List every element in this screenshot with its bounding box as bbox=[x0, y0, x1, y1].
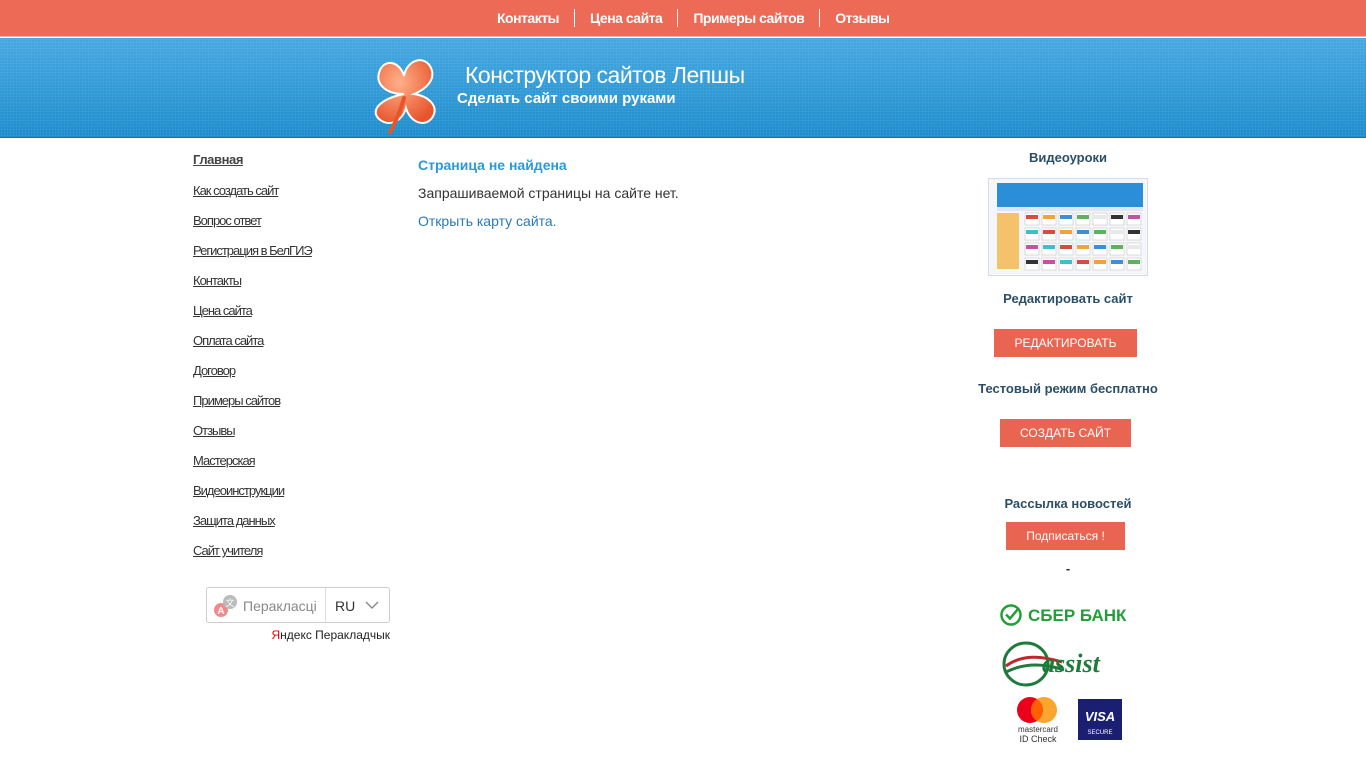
thumbnail-tile-band bbox=[1094, 215, 1106, 219]
thumbnail-tile-band bbox=[1060, 245, 1072, 249]
thumbnail-tile-band bbox=[1111, 230, 1123, 234]
video-lessons-thumbnail[interactable] bbox=[988, 178, 1148, 276]
top-nav-price[interactable]: Цена сайта bbox=[575, 9, 679, 27]
visa-secure-logo-icon[interactable]: VISA SECURE bbox=[1078, 699, 1122, 740]
menu-item-contacts[interactable]: Контакты bbox=[193, 273, 312, 303]
top-navigation: Контакты Цена сайта Примеры сайтов Отзыв… bbox=[0, 0, 1366, 37]
thumbnail-tile-band bbox=[1111, 245, 1123, 249]
not-found-message: Запрашиваемой страницы на сайте нет. bbox=[418, 185, 679, 201]
translator-widget: A 文 Перакласці RU bbox=[206, 587, 390, 623]
menu-item-how-to-create[interactable]: Как создать сайт bbox=[193, 183, 312, 213]
thumbnail-tile-band bbox=[1026, 245, 1038, 249]
translate-label: Перакласці bbox=[243, 598, 317, 614]
thumbnail-tile-band bbox=[1094, 245, 1106, 249]
page-title: Страница не найдена bbox=[418, 157, 567, 173]
edit-button[interactable]: РЕДАКТИРОВАТЬ bbox=[994, 329, 1137, 357]
site-header: Конструктор сайтов Лепшы Сделать сайт св… bbox=[0, 38, 1366, 138]
thumbnail-tile-band bbox=[1043, 260, 1055, 264]
thumbnail-tile-band bbox=[1111, 215, 1123, 219]
menu-item-faq[interactable]: Вопрос ответ bbox=[193, 213, 312, 243]
test-mode-title: Тестовый режим бесплатно bbox=[978, 381, 1158, 396]
thumbnail-tile-band bbox=[1026, 260, 1038, 264]
menu-item-payment[interactable]: Оплата сайта bbox=[193, 333, 312, 363]
svg-text:文: 文 bbox=[225, 597, 234, 609]
left-menu: Главная Как создать сайт Вопрос ответ Ре… bbox=[193, 152, 313, 573]
site-subtitle: Сделать сайт своими руками bbox=[457, 90, 676, 107]
id-check-text: ID Check bbox=[1019, 734, 1057, 744]
language-code: RU bbox=[335, 598, 356, 614]
create-site-button[interactable]: СОЗДАТЬ САЙТ bbox=[1000, 419, 1131, 447]
yandex-ya-letter: Я bbox=[271, 628, 281, 642]
thumbnail-tile-band bbox=[1094, 260, 1106, 264]
menu-item-contract[interactable]: Договор bbox=[193, 363, 312, 393]
clover-logo-icon[interactable] bbox=[366, 54, 442, 134]
site-title: Конструктор сайтов Лепшы bbox=[465, 62, 745, 88]
sberbank-logo-icon[interactable]: СБЕР БАНК bbox=[998, 602, 1138, 628]
sber-text: СБЕР БАНК bbox=[1028, 606, 1127, 625]
top-nav-reviews[interactable]: Отзывы bbox=[820, 9, 904, 27]
translate-button[interactable]: A 文 Перакласці bbox=[207, 588, 326, 622]
subscribe-button[interactable]: Подписаться ! bbox=[1006, 522, 1125, 550]
menu-item-examples[interactable]: Примеры сайтов bbox=[193, 393, 312, 423]
language-select[interactable]: RU bbox=[326, 588, 389, 622]
menu-item-data-protection[interactable]: Защита данных bbox=[193, 513, 312, 543]
thumbnail-tile-band bbox=[1043, 230, 1055, 234]
sitemap-link[interactable]: Открыть карту сайта. bbox=[418, 213, 557, 229]
edit-site-title: Редактировать сайт bbox=[1003, 291, 1133, 306]
chevron-down-icon bbox=[365, 601, 379, 609]
menu-item-reviews[interactable]: Отзывы bbox=[193, 423, 312, 453]
thumbnail-tile-band bbox=[1094, 230, 1106, 234]
menu-item-registration[interactable]: Регистрация в БелГИЭ bbox=[193, 243, 313, 273]
thumbnail-tile-band bbox=[1026, 230, 1038, 234]
assist-logo-icon[interactable]: assist bbox=[1002, 640, 1126, 688]
menu-item-video[interactable]: Видеоинструкции bbox=[193, 483, 312, 513]
thumbnail-tile-band bbox=[1128, 230, 1140, 234]
yandex-credit-text: ндекс Перакладчык bbox=[280, 628, 390, 642]
menu-item-price[interactable]: Цена сайта bbox=[193, 303, 312, 333]
thumbnail-tile-band bbox=[1077, 260, 1089, 264]
thumbnail-tile-band bbox=[1077, 245, 1089, 249]
mastercard-text: mastercard bbox=[1018, 725, 1058, 734]
video-thumbnail-image bbox=[989, 179, 1147, 275]
translate-icon: A 文 bbox=[214, 595, 237, 617]
menu-item-workshop[interactable]: Мастерская bbox=[193, 453, 312, 483]
video-lessons-title: Видеоуроки bbox=[1028, 150, 1108, 165]
visa-text: VISA bbox=[1085, 709, 1115, 724]
top-nav-examples[interactable]: Примеры сайтов bbox=[678, 9, 821, 27]
mastercard-id-check-logo-icon[interactable]: mastercard ID Check bbox=[1012, 694, 1064, 744]
visa-secure-text: SECURE bbox=[1087, 730, 1112, 736]
thumbnail-tile-band bbox=[1060, 215, 1072, 219]
thumbnail-tile-band bbox=[1060, 260, 1072, 264]
thumbnail-tile-band bbox=[1026, 215, 1038, 219]
thumbnail-tile-band bbox=[1128, 245, 1140, 249]
thumbnail-tile-band bbox=[1043, 215, 1055, 219]
menu-home[interactable]: Главная bbox=[193, 152, 312, 167]
main-content: Страница не найдена Запрашиваемой страни… bbox=[418, 157, 679, 231]
top-nav-links: Контакты Цена сайта Примеры сайтов Отзыв… bbox=[482, 9, 905, 27]
newsletter-title: Рассылка новостей bbox=[1004, 496, 1132, 511]
thumbnail-tile-band bbox=[1111, 260, 1123, 264]
thumbnail-tile-band bbox=[1128, 260, 1140, 264]
thumbnail-tile-band bbox=[1060, 230, 1072, 234]
thumbnail-tile-band bbox=[1077, 230, 1089, 234]
menu-item-teacher-site[interactable]: Сайт учителя bbox=[193, 543, 312, 573]
assist-text: assist bbox=[1042, 649, 1101, 678]
thumbnail-tile-band bbox=[1128, 215, 1140, 219]
separator-dash: - bbox=[1065, 561, 1071, 576]
thumbnail-tile-band bbox=[1077, 215, 1089, 219]
yandex-translator-credit[interactable]: Яндекс Перакладчык bbox=[206, 628, 390, 642]
top-nav-contacts[interactable]: Контакты bbox=[482, 9, 576, 27]
svg-text:A: A bbox=[217, 606, 224, 617]
thumbnail-tile-band bbox=[1043, 245, 1055, 249]
